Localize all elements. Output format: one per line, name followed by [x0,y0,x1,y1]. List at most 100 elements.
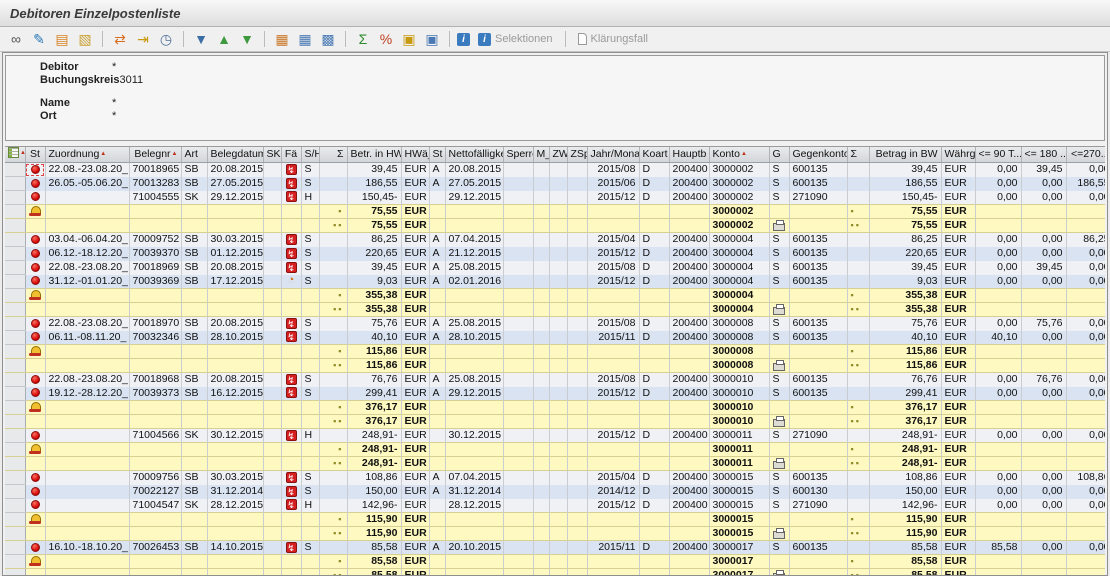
cell-sk[interactable] [263,373,281,387]
cell-belegnr[interactable]: 70039369 [129,275,181,289]
cell-zw[interactable] [549,387,567,401]
cell-zuordnung[interactable]: 22.08.-23.08.20_ [45,373,129,387]
cell-t90[interactable]: 40,10 [975,331,1021,345]
cell-st[interactable] [25,219,45,233]
cell-fae[interactable]: ↯ [281,317,301,331]
cell-g[interactable]: S [769,429,789,443]
cell-t90[interactable]: 0,00 [975,247,1021,261]
cell-zsp[interactable] [567,303,587,317]
cell-betr[interactable]: 115,86 [347,345,401,359]
cell-zuordnung[interactable] [45,527,129,541]
cell-belegnr[interactable] [129,513,181,527]
cell-zw[interactable] [549,541,567,555]
cell-wg[interactable]: EUR [941,555,975,569]
cell-sel[interactable] [5,387,25,401]
cell-konto[interactable]: 3000015 [709,513,769,527]
cell-t270[interactable] [1066,289,1105,303]
cell-zw[interactable] [549,401,567,415]
cell-art[interactable]: SB [181,331,207,345]
col-header-bw[interactable]: Betrag in BW [869,147,941,163]
cell-sk[interactable] [263,205,281,219]
cell-sum2[interactable]: ▪▪ [847,527,869,541]
user-layout-icon[interactable]: ▧ [75,30,95,49]
cell-st2[interactable]: A [429,247,445,261]
cell-sum1[interactable] [319,247,347,261]
cell-st[interactable] [25,443,45,457]
cell-konto[interactable]: 3000004 [709,289,769,303]
cell-st[interactable] [25,527,45,541]
cell-gkto[interactable] [789,457,847,471]
cell-zw[interactable] [549,415,567,429]
cell-art[interactable] [181,289,207,303]
cell-g[interactable] [769,415,789,429]
overdue-icon[interactable]: ↯ [286,234,297,245]
cell-st2[interactable] [429,205,445,219]
cell-st2[interactable] [429,569,445,576]
cell-sk[interactable] [263,345,281,359]
cell-sh[interactable]: S [301,163,319,177]
cell-t180[interactable]: 76,76 [1021,373,1066,387]
cell-belegdatum[interactable]: 01.12.2015 [207,247,263,261]
cell-wg[interactable]: EUR [941,205,975,219]
cell-belegdatum[interactable]: 14.10.2015 [207,541,263,555]
cell-t270[interactable]: 0,00 [1066,541,1105,555]
cell-sperre[interactable] [503,541,533,555]
cell-zuordnung[interactable]: 19.12.-28.12.20_ [45,387,129,401]
cell-bw[interactable]: 248,91- [869,443,941,457]
open-item-status-icon[interactable] [31,319,40,328]
cell-st2[interactable] [429,401,445,415]
cell-t180[interactable]: 0,00 [1021,429,1066,443]
cell-art[interactable] [181,513,207,527]
cell-wg[interactable]: EUR [941,373,975,387]
cell-zsp[interactable] [567,345,587,359]
col-header-zw[interactable]: ZW [549,147,567,163]
cell-wg[interactable]: EUR [941,415,975,429]
cell-jm[interactable]: 2015/11 [587,541,639,555]
cell-konto[interactable]: 3000017 [709,569,769,576]
cell-sel[interactable] [5,513,25,527]
cell-konto[interactable]: 3000008 [709,345,769,359]
cell-hw[interactable]: EUR [401,345,429,359]
clipboard-icon[interactable]: ▣ [422,30,442,49]
cell-sk[interactable] [263,303,281,317]
dunning-bell-icon[interactable] [29,206,41,216]
cell-sperre[interactable] [503,555,533,569]
cell-gkto[interactable] [789,527,847,541]
cell-st2[interactable]: A [429,317,445,331]
cell-sum2[interactable]: ▪▪ [847,569,869,576]
cell-koart[interactable]: D [639,485,669,499]
cell-sh[interactable]: S [301,471,319,485]
cell-zw[interactable] [549,331,567,345]
cell-zsp[interactable] [567,499,587,513]
cell-sum2[interactable] [847,429,869,443]
cell-koart[interactable]: D [639,247,669,261]
cell-hauptb[interactable]: 200400 [669,485,709,499]
cell-sk[interactable] [263,233,281,247]
cell-betr[interactable]: 39,45 [347,163,401,177]
info-icon[interactable]: i [457,33,470,46]
cell-sh[interactable]: H [301,429,319,443]
cell-t270[interactable] [1066,569,1105,576]
cell-t270[interactable] [1066,205,1105,219]
cell-wg[interactable]: EUR [941,457,975,471]
dunning-bell-icon[interactable] [29,556,41,566]
cell-gkto[interactable] [789,303,847,317]
cell-bw[interactable]: 75,55 [869,205,941,219]
cell-koart[interactable]: D [639,261,669,275]
cell-netto[interactable]: 25.08.2015 [445,373,503,387]
cell-art[interactable]: SK [181,191,207,205]
cell-zuordnung[interactable] [45,345,129,359]
cell-st[interactable] [25,499,45,513]
cell-belegdatum[interactable] [207,205,263,219]
cell-hw[interactable]: EUR [401,401,429,415]
cell-art[interactable]: SB [181,387,207,401]
cell-sum1[interactable]: ▪▪ [319,415,347,429]
filter-value[interactable]: * [112,97,116,110]
save-layout-icon[interactable]: ▩ [318,30,338,49]
cell-t180[interactable] [1021,205,1066,219]
cell-sum1[interactable]: ▪ [319,513,347,527]
cell-netto[interactable]: 07.04.2015 [445,471,503,485]
cell-st2[interactable]: A [429,471,445,485]
cell-bw[interactable]: 150,45- [869,191,941,205]
cell-t270[interactable]: 0,00 [1066,191,1105,205]
